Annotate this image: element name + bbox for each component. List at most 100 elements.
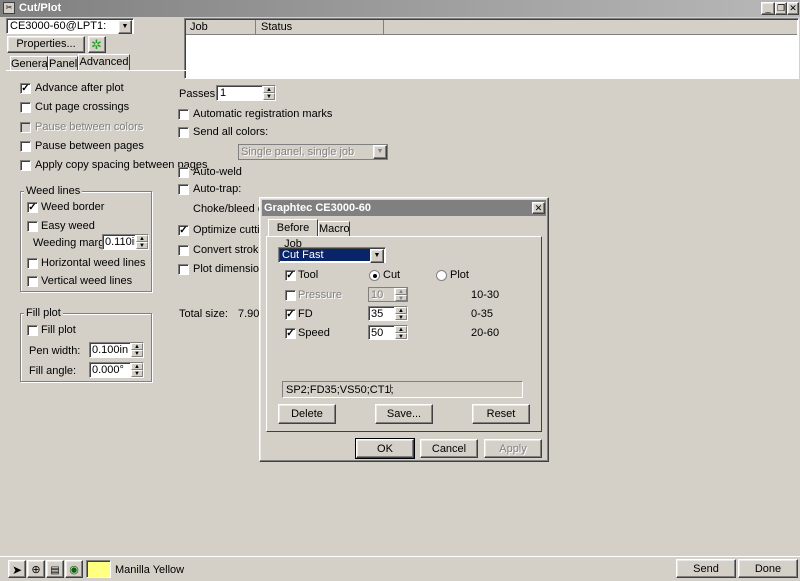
fd-input[interactable]: 35 ▲ ▼ xyxy=(368,306,408,321)
tab-before-job[interactable]: Before Job xyxy=(268,219,318,250)
ok-button[interactable]: OK xyxy=(355,438,415,459)
send-all-colors-checkbox[interactable] xyxy=(178,127,189,138)
speed-input[interactable]: 50 ▲ ▼ xyxy=(368,325,408,340)
done-button[interactable]: Done xyxy=(738,559,798,578)
horizontal-weed-lines-checkbox[interactable] xyxy=(27,258,38,269)
title-bar: ✂ Cut/Plot _ ❐ ✕ xyxy=(0,0,800,17)
easy-weed-checkbox[interactable] xyxy=(27,221,38,232)
pressure-spinner[interactable]: ▲ ▼ xyxy=(394,288,407,302)
panel-mode-select[interactable]: Single panel, single job ▼ xyxy=(238,144,388,160)
tab-advanced[interactable]: Advanced xyxy=(78,54,130,71)
fd-spinner[interactable]: ▲ ▼ xyxy=(394,307,407,321)
command-field[interactable]: SP2;FD35;VS50;CT1; I xyxy=(282,381,523,398)
plot-radio[interactable] xyxy=(436,270,447,281)
delete-button[interactable]: Delete xyxy=(278,404,336,424)
easy-weed-label: Easy weed xyxy=(41,220,95,232)
graphtec-dialog: Graphtec CE3000-60 ✕ Before Job Macro Cu… xyxy=(259,197,549,462)
tab-panel[interactable]: Panel xyxy=(48,56,78,70)
weed-border-checkbox[interactable]: ✓ xyxy=(27,202,38,213)
fill-plot-checkbox[interactable] xyxy=(27,325,38,336)
chevron-down-icon[interactable]: ▼ xyxy=(118,20,132,34)
reset-button[interactable]: Reset xyxy=(472,404,530,424)
passes-spinner[interactable]: ▲ ▼ xyxy=(262,86,275,100)
text-cursor-icon: I xyxy=(389,383,393,395)
pause-between-colors-label: Pause between colors xyxy=(35,121,144,133)
device-select[interactable]: CE3000-60@LPT1: ▼ xyxy=(6,18,134,34)
pressure-checkbox[interactable] xyxy=(285,290,296,301)
dialog-title: Graphtec CE3000-60 xyxy=(264,202,371,214)
fill-angle-label: Fill angle: xyxy=(29,365,77,377)
passes-input[interactable]: 1 ▲ ▼ xyxy=(216,85,276,101)
gear-settings-button[interactable]: ✲ xyxy=(88,36,106,53)
pause-between-colors-checkbox[interactable] xyxy=(20,122,31,133)
pause-between-pages-checkbox[interactable] xyxy=(20,141,31,152)
auto-weld-checkbox[interactable] xyxy=(178,167,189,178)
tab-general[interactable]: General xyxy=(10,56,50,70)
tool-checkbox[interactable]: ✓ xyxy=(285,270,296,281)
apply-button[interactable]: Apply xyxy=(484,439,542,458)
color-name: Manilla Yellow xyxy=(115,564,185,576)
preview-tool-button[interactable]: ◉ xyxy=(65,560,83,578)
pen-width-input[interactable]: 0.100in ▲ ▼ xyxy=(89,342,144,358)
pause-between-pages-label: Pause between pages xyxy=(35,140,144,152)
tab-panel-border xyxy=(6,70,798,71)
advance-after-plot-label: Advance after plot xyxy=(35,82,124,94)
pointer-tool-button[interactable]: ➤ xyxy=(8,560,26,578)
fd-label: FD xyxy=(298,308,313,320)
preset-select[interactable]: Cut Fast ▼ xyxy=(278,247,386,263)
zoom-in-icon: ⊕ xyxy=(31,564,41,576)
auto-registration-marks-checkbox[interactable] xyxy=(178,109,189,120)
close-button[interactable]: ✕ xyxy=(787,2,799,15)
cut-page-crossings-checkbox[interactable] xyxy=(20,102,31,113)
total-size-label: Total size: xyxy=(179,308,228,320)
auto-trap-checkbox[interactable] xyxy=(178,184,189,195)
speed-checkbox[interactable]: ✓ xyxy=(285,328,296,339)
send-button[interactable]: Send xyxy=(676,559,736,578)
tab-macro[interactable]: Macro xyxy=(318,221,350,236)
weed-border-label: Weed border xyxy=(41,201,105,213)
color-swatch[interactable] xyxy=(86,560,111,578)
auto-trap-label: Auto-trap: xyxy=(193,183,242,195)
fill-angle-input[interactable]: 0.000° ▲ ▼ xyxy=(89,362,144,378)
app-icon: ✂ xyxy=(3,2,15,14)
optimize-cutting-checkbox[interactable]: ✓ xyxy=(178,225,189,236)
convert-strokes-checkbox[interactable] xyxy=(178,245,189,256)
speed-range: 20-60 xyxy=(471,327,500,339)
page-icon: ▤ xyxy=(50,565,60,576)
cut-label: Cut xyxy=(383,269,401,281)
apply-copy-spacing-checkbox[interactable] xyxy=(20,160,31,171)
zoom-tool-button[interactable]: ⊕ xyxy=(27,560,45,578)
weeding-margin-spinner[interactable]: ▲ ▼ xyxy=(135,235,148,249)
fill-angle-spinner[interactable]: ▲ ▼ xyxy=(130,363,143,377)
pen-width-label: Pen width: xyxy=(29,345,81,357)
speed-label: Speed xyxy=(298,327,330,339)
vertical-weed-lines-checkbox[interactable] xyxy=(27,276,38,287)
fd-range: 0-35 xyxy=(471,308,494,320)
save-button[interactable]: Save... xyxy=(375,404,433,424)
properties-button[interactable]: Properties... xyxy=(7,36,85,53)
plot-dimensions-checkbox[interactable] xyxy=(178,264,189,275)
speed-spinner[interactable]: ▲ ▼ xyxy=(394,326,407,340)
minimize-button[interactable]: _ xyxy=(761,2,775,15)
col-job[interactable]: Job xyxy=(190,21,208,33)
fd-checkbox[interactable]: ✓ xyxy=(285,309,296,320)
fill-plot-label: Fill plot xyxy=(41,324,76,336)
weeding-margin-input[interactable]: 0.110in ▲ ▼ xyxy=(102,234,149,250)
pressure-input[interactable]: 10 ▲ ▼ xyxy=(368,287,408,302)
passes-label: Passes: xyxy=(179,88,219,100)
magnifier-icon: ◉ xyxy=(69,564,79,576)
chevron-down-icon[interactable]: ▼ xyxy=(373,145,387,159)
cut-radio[interactable] xyxy=(369,270,380,281)
gear-icon: ✲ xyxy=(91,37,102,52)
page-tool-button[interactable]: ▤ xyxy=(46,560,64,578)
job-list-header: Job Status xyxy=(186,20,797,35)
pen-width-spinner[interactable]: ▲ ▼ xyxy=(130,343,143,357)
pressure-label: Pressure xyxy=(298,289,343,301)
dialog-close-button[interactable]: ✕ xyxy=(532,202,545,214)
fill-plot-title: Fill plot xyxy=(24,307,63,319)
advance-after-plot-checkbox[interactable]: ✓ xyxy=(20,83,31,94)
restore-button[interactable]: ❐ xyxy=(775,2,787,15)
chevron-down-icon[interactable]: ▼ xyxy=(370,249,384,263)
col-status[interactable]: Status xyxy=(261,21,292,33)
cancel-button[interactable]: Cancel xyxy=(420,439,478,458)
